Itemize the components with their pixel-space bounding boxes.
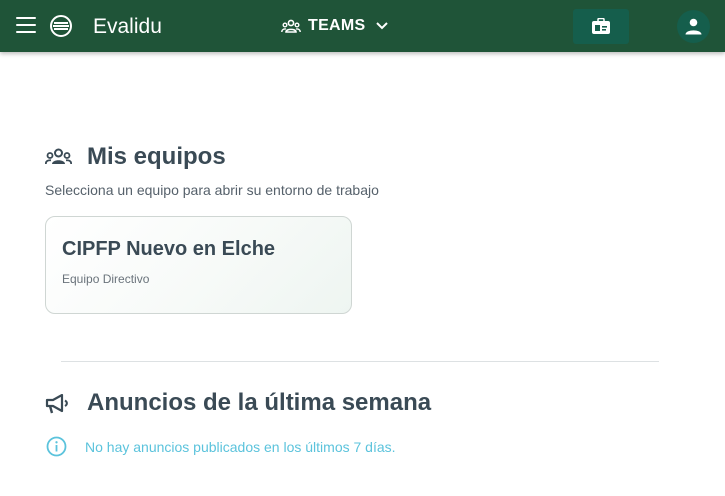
- account-button[interactable]: [677, 10, 710, 43]
- app-title: Evalidu: [93, 15, 162, 38]
- id-card-icon: [592, 18, 610, 34]
- team-card-button[interactable]: [573, 9, 629, 44]
- megaphone-icon: [45, 394, 68, 414]
- person-icon: [685, 18, 702, 35]
- info-icon: [46, 436, 67, 457]
- teams-dropdown-button[interactable]: TEAMS: [281, 13, 388, 39]
- team-name: CIPFP Nuevo en Elche: [62, 238, 276, 260]
- team-card[interactable]: CIPFP Nuevo en Elche Equipo Directivo: [45, 216, 352, 314]
- groups-icon: [45, 148, 72, 165]
- section-divider: [61, 361, 659, 362]
- team-role: Equipo Directivo: [62, 272, 150, 286]
- no-announcements-message: No hay anuncios publicados en los último…: [85, 439, 396, 455]
- my-teams-heading: Mis equipos: [87, 143, 226, 170]
- groups-icon: [281, 19, 301, 33]
- my-teams-subtitle: Selecciona un equipo para abrir su entor…: [45, 182, 379, 198]
- top-app-bar: Evalidu TEAMS: [0, 0, 725, 52]
- announcements-heading: Anuncios de la última semana: [87, 389, 432, 416]
- teams-label: TEAMS: [308, 17, 366, 34]
- menu-icon: [16, 17, 36, 19]
- chevron-down-icon: [375, 22, 388, 30]
- globe-logo-icon: [50, 15, 72, 37]
- menu-button[interactable]: [16, 17, 36, 35]
